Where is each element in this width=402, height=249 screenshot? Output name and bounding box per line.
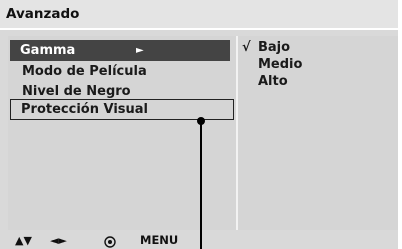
bottom-hint-bar: ▲▼ ◄► MENU: [0, 232, 398, 249]
left-right-arrows-icon: ◄►: [50, 234, 67, 247]
menu-item-gamma[interactable]: Gamma ►: [10, 40, 230, 61]
menu-item-label: Gamma: [20, 43, 76, 58]
right-arrow-icon: ►: [136, 45, 144, 56]
up-down-arrows-icon: ▲▼: [15, 234, 32, 247]
option-alto[interactable]: Alto: [258, 74, 288, 90]
option-bajo[interactable]: √ Bajo: [242, 40, 291, 56]
menu-item-modo-de-pelicula[interactable]: Modo de Película: [12, 61, 230, 82]
callout-dot: [197, 117, 205, 125]
option-medio[interactable]: Medio: [258, 57, 302, 73]
option-label: Medio: [258, 57, 303, 72]
menu-key-label: MENU: [140, 233, 179, 247]
menu-item-label: Protección Visual: [21, 102, 148, 117]
callout-line: [200, 120, 202, 249]
ok-button-icon: [104, 236, 116, 248]
menu-title: Avanzado: [0, 0, 398, 30]
option-label: Alto: [258, 74, 288, 89]
option-label: Bajo: [258, 40, 291, 55]
menu-item-label: Nivel de Negro: [22, 84, 131, 99]
check-icon: √: [242, 40, 251, 55]
menu-item-label: Modo de Película: [22, 64, 147, 79]
option-list: √ Bajo Medio Alto: [236, 36, 398, 230]
